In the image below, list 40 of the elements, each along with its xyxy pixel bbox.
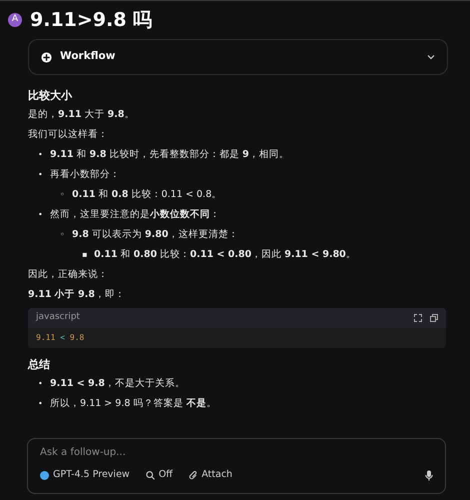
search-toggle[interactable]: Off xyxy=(146,468,173,482)
attach-button[interactable]: Attach xyxy=(188,468,232,482)
bullet-marker: ▪ xyxy=(82,249,88,262)
list-item-text: 0.11 和 0.8 比较：0.11 < 0.8。 xyxy=(72,189,222,200)
list-item-text: 9.8 可以表示为 9.80，这样更清楚： xyxy=(72,229,238,240)
avatar: A xyxy=(8,13,22,27)
copy-icon[interactable] xyxy=(430,314,438,322)
bullet-marker: • xyxy=(38,149,44,162)
workflow-label: Workflow xyxy=(60,49,116,64)
list-item-text: 9.11 < 9.8，不是大于关系。 xyxy=(50,378,185,389)
list-item-text: 再看小数部分： xyxy=(50,169,120,180)
workflow-icon xyxy=(41,52,52,62)
bullet-marker: • xyxy=(38,169,44,182)
bullet-marker: • xyxy=(38,378,44,390)
code-line: 9.11 < 9.8 xyxy=(35,332,86,344)
workflow-panel[interactable]: Workflow xyxy=(28,39,448,75)
paragraph: 9.11 小于 9.8，即： xyxy=(28,288,126,302)
follow-up-field[interactable]: Ask a follow-up... GPT-4.5 Preview Off Attach xyxy=(27,438,446,494)
page-title: 9.11>9.8 吗 xyxy=(30,8,152,32)
section-heading: 总结 xyxy=(28,358,51,371)
list-item-text: 9.11 和 9.8 比较时，先看整数部分：都是 9，相同。 xyxy=(50,149,290,160)
list-item-text: 0.11 和 0.80 比较：0.11 < 0.80，因此 9.11 < 9.80。 xyxy=(94,249,356,260)
microphone-icon[interactable] xyxy=(425,470,433,481)
chevron-icon[interactable] xyxy=(427,54,435,60)
paragraph: 我们可以这样看： xyxy=(28,128,109,142)
expand-icon[interactable] xyxy=(414,314,422,322)
bullet-marker: ◦ xyxy=(60,189,66,202)
search-icon xyxy=(146,470,155,480)
section-heading: 比较大小 xyxy=(28,89,73,102)
follow-up-input[interactable]: Ask a follow-up... xyxy=(40,445,433,460)
bullet-marker: ◦ xyxy=(60,229,66,242)
code-language: javascript xyxy=(36,311,80,324)
paragraph: 是的，9.11 大于 9.8。 xyxy=(28,108,136,122)
model-selector[interactable]: GPT-4.5 Preview xyxy=(40,468,130,482)
bullet-marker: • xyxy=(38,209,44,222)
list-item-text: 然而，这里要注意的是小数位数不同： xyxy=(50,209,220,220)
paperclip-icon xyxy=(188,470,198,480)
paragraph: 因此，正确来说： xyxy=(28,268,109,282)
bullet-marker: • xyxy=(38,398,44,410)
list-item-text: 所以，9.11 > 9.8 吗？答案是 不是。 xyxy=(50,398,216,409)
